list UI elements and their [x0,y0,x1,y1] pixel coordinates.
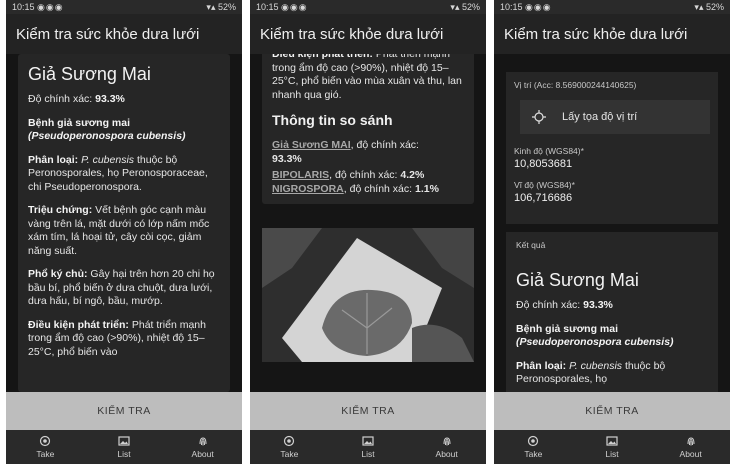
screen-location-result: 10:15 ◉◉◉ ▾▴ 52% Kiểm tra sức khỏe dưa l… [494,0,730,464]
latitude-value[interactable]: 106,716686 [514,192,710,204]
conditions-block: Điều kiện phát triển: Phát triển mạnh tr… [272,54,462,101]
comparison-title: Thông tin so sánh [272,112,393,128]
camera-icon [528,435,539,447]
nav-list-label: List [361,449,375,459]
nav-list-label: List [605,449,619,459]
comparison-link-1[interactable]: Giả SươnG MAI [272,139,351,151]
nav-about[interactable]: About [173,435,233,459]
camera-icon [40,435,51,447]
app-title: Kiểm tra sức khỏe dưa lưới [494,14,730,54]
screen-result-details: 10:15 ◉◉◉ ▾▴ 52% Kiểm tra sức khỏe dưa l… [6,0,242,464]
nav-take-label: Take [280,449,299,459]
battery-level: 52% [217,2,236,12]
bottom-nav: Take List About [250,430,486,464]
fingerprint-icon [199,437,207,446]
nav-take[interactable]: Take [503,435,563,459]
disease-name: Giả Sương Mai [28,64,151,84]
location-header: Vị trí (Acc: 8.569000244140625) [514,80,637,90]
leaf-photo-image [262,228,474,362]
comparison-row: BIPOLARIS, độ chính xác: 4.2% [272,169,425,181]
comparison-link-2[interactable]: BIPOLARIS [272,169,329,181]
bottom-nav: Take List About [494,430,730,464]
battery-level: 52% [705,2,724,12]
comparison-row: Giả SươnG MAI, độ chính xác: 93.3% [272,139,419,165]
check-button[interactable]: KIỂM TRA [6,392,242,430]
get-location-label: Lấy tọa độ vị trí [562,111,638,123]
nav-list[interactable]: List [582,435,642,459]
conditions-block: Điều kiện phát triển: Phát triển mạnh tr… [28,318,206,358]
gallery-icon [606,436,618,446]
nav-about-label: About [679,449,702,459]
fingerprint-icon [443,437,451,446]
notification-icons: ◉◉◉ [37,2,64,12]
result-header: Kết quả [516,240,546,250]
longitude-label: Kinh độ (WGS84)* [514,146,584,156]
nav-list[interactable]: List [94,435,154,459]
fingerprint-icon [687,437,695,446]
camera-icon [284,435,295,447]
check-button[interactable]: KIỂM TRA [250,392,486,430]
host-range-block: Phổ ký chủ: Gây hại trên hơn 20 chi họ b… [28,268,215,307]
comparison-row: NIGROSPORA, độ chính xác: 1.1% [272,183,439,195]
nav-list-label: List [117,449,131,459]
symptoms-block: Triệu chứng: Vết bệnh góc cạnh màu vàng … [28,204,210,257]
result-scroll-area[interactable]: Giả Sương Mai Độ chính xác: 93.3% Bệnh g… [6,54,242,392]
result-card: Điều kiện phát triển: Phát triển mạnh tr… [262,54,474,204]
main-scroll-area[interactable]: Vị trí (Acc: 8.569000244140625) Lấy tọa … [494,54,730,392]
app-title: Kiểm tra sức khỏe dưa lưới [250,14,486,54]
status-time: 10:15 [256,2,279,12]
signal-icon: ▾▴ [694,2,704,12]
longitude-value[interactable]: 10,8053681 [514,158,710,170]
bottom-nav: Take List About [6,430,242,464]
signal-icon: ▾▴ [450,2,460,12]
comparison-link-3[interactable]: NIGROSPORA [272,183,344,195]
status-bar: 10:15 ◉◉◉ ▾▴ 52% [494,0,730,14]
gallery-icon [118,436,130,446]
location-card: Vị trí (Acc: 8.569000244140625) Lấy tọa … [506,72,718,224]
check-button[interactable]: KIỂM TRA [494,392,730,430]
get-location-button[interactable]: Lấy tọa độ vị trí [520,100,710,134]
crosshair-icon [532,110,546,124]
battery-level: 52% [461,2,480,12]
classification-block: Phân loại: P. cubensis thuộc bộ Peronosp… [28,153,208,193]
disease-name: Giả Sương Mai [516,270,639,290]
signal-icon: ▾▴ [206,2,216,12]
pathogen-block: Bệnh giả sương mai (Pseudoperonospora cub… [516,322,674,349]
nav-about-label: About [435,449,458,459]
pathogen-block: Bệnh giả sương mai (Pseudoperonospora cub… [28,116,186,143]
app-title: Kiểm tra sức khỏe dưa lưới [6,14,242,54]
status-time: 10:15 [500,2,523,12]
nav-about[interactable]: About [661,435,721,459]
nav-list[interactable]: List [338,435,398,459]
status-bar: 10:15 ◉◉◉ ▾▴ 52% [6,0,242,14]
gallery-icon [362,436,374,446]
nav-take-label: Take [524,449,543,459]
nav-take[interactable]: Take [259,435,319,459]
screen-comparison: 10:15 ◉◉◉ ▾▴ 52% Kiểm tra sức khỏe dưa l… [250,0,486,464]
leaf-photo [262,228,474,362]
nav-take[interactable]: Take [15,435,75,459]
latitude-label: Vĩ độ (WGS84)* [514,180,575,190]
notification-icons: ◉◉◉ [281,2,308,12]
notification-icons: ◉◉◉ [525,2,552,12]
result-card: Kết quả Giả Sương Mai Độ chính xác: 93.3… [506,232,718,392]
accuracy-row: Độ chính xác: 93.3% [28,93,125,105]
accuracy-row: Độ chính xác: 93.3% [516,299,613,311]
nav-about[interactable]: About [417,435,477,459]
result-scroll-area[interactable]: Điều kiện phát triển: Phát triển mạnh tr… [250,54,486,392]
status-time: 10:15 [12,2,35,12]
classification-block: Phân loại: P. cubensis thuộc bộ Peronosp… [516,359,666,386]
status-bar: 10:15 ◉◉◉ ▾▴ 52% [250,0,486,14]
result-card: Giả Sương Mai Độ chính xác: 93.3% Bệnh g… [18,54,230,392]
nav-about-label: About [191,449,214,459]
nav-take-label: Take [36,449,55,459]
